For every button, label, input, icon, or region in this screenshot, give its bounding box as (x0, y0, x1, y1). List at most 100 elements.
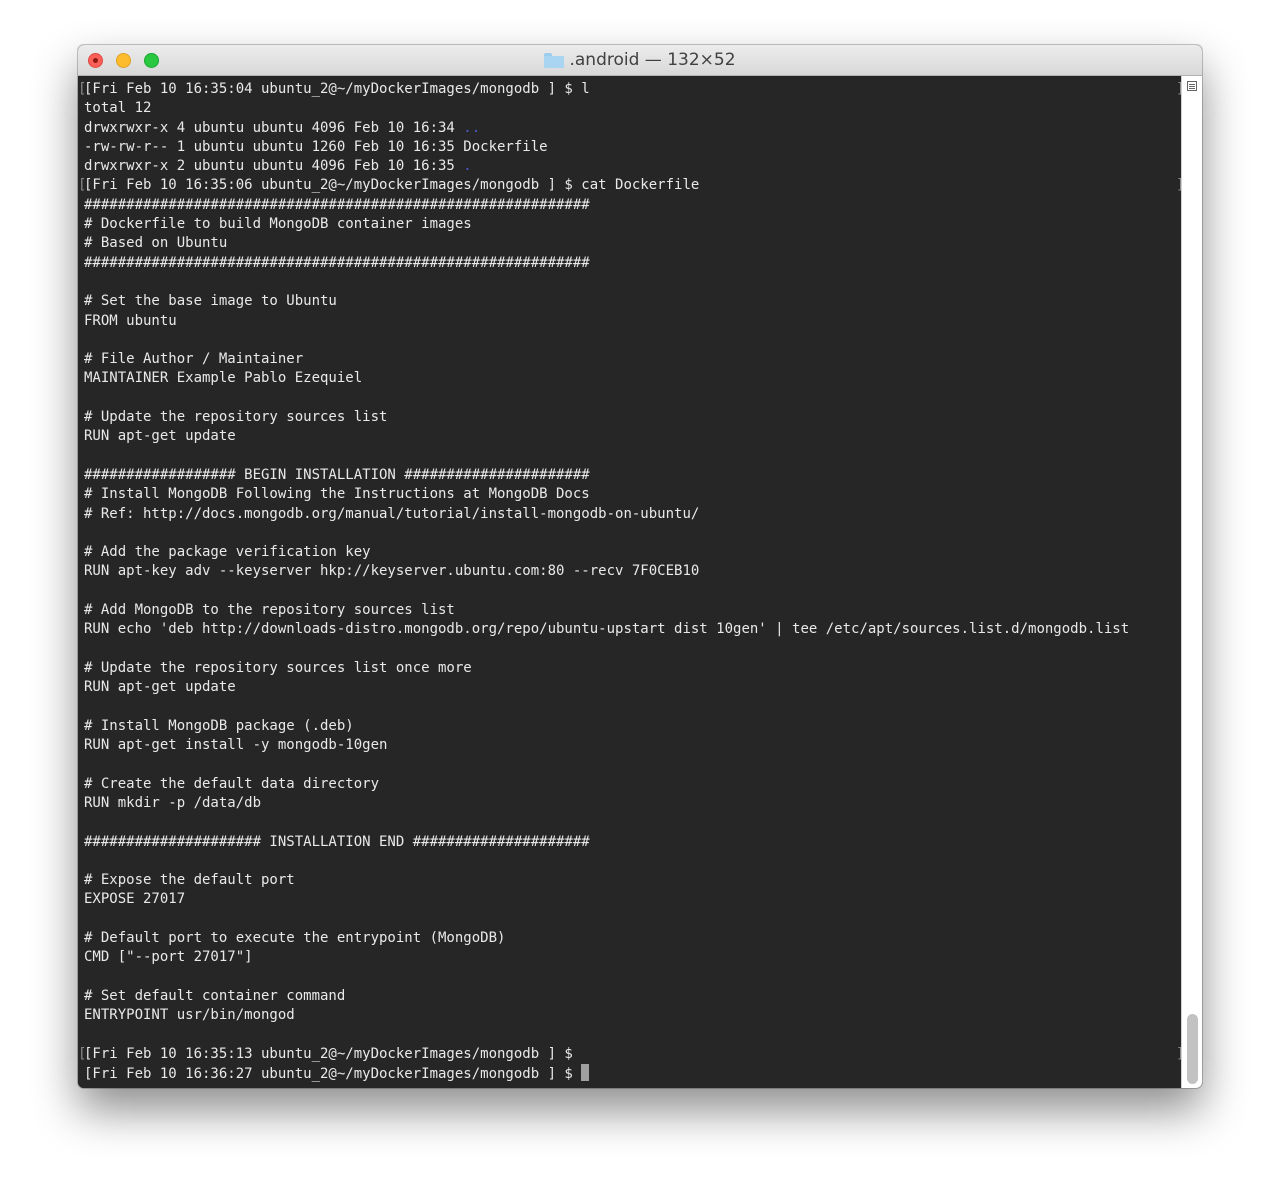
terminal-line: # Based on Ubuntu (84, 234, 1182, 253)
terminal-line: # Set the base image to Ubuntu (84, 292, 1182, 311)
terminal-line-text: # Based on Ubuntu (84, 235, 228, 252)
terminal-line-text: ##################### INSTALLATION END #… (84, 833, 590, 850)
title-bar[interactable]: .android — 132×52 (78, 45, 1202, 76)
terminal-line-text: drwxrwxr-x 4 ubuntu ubuntu 4096 Feb 10 1… (84, 119, 464, 136)
terminal-line: ##################### INSTALLATION END #… (84, 833, 1182, 852)
terminal-line-text: -rw-rw-r-- 1 ubuntu ubuntu 1260 Feb 10 1… (84, 138, 548, 155)
terminal-line: # Set default container command (84, 987, 1182, 1006)
scrollbar-thumb[interactable] (1187, 1014, 1198, 1084)
terminal-line: -rw-rw-r-- 1 ubuntu ubuntu 1260 Feb 10 1… (84, 138, 1182, 157)
terminal-line-text: [Fri Feb 10 16:35:13 ubuntu_2@~/myDocker… (84, 1045, 573, 1062)
terminal-output[interactable]: [[Fri Feb 10 16:35:04 ubuntu_2@~/myDocke… (78, 76, 1182, 1088)
terminal-line-text: # Set default container command (84, 987, 346, 1004)
terminal-line: MAINTAINER Example Pablo Ezequiel (84, 369, 1182, 388)
terminal-line: # Install MongoDB Following the Instruct… (84, 485, 1182, 504)
directory-entry: .. (463, 119, 481, 136)
terminal-line: RUN echo 'deb http://downloads-distro.mo… (84, 620, 1182, 639)
terminal-line: RUN apt-get update (84, 678, 1182, 697)
line-mark-left: [ (78, 177, 87, 194)
terminal-line-text: [Fri Feb 10 16:36:27 ubuntu_2@~/myDocker… (84, 1066, 582, 1083)
terminal-line-text: # Dockerfile to build MongoDB container … (84, 216, 472, 233)
terminal-window: .android — 132×52 [[Fri Feb 10 16:35:04 … (78, 45, 1202, 1088)
folder-icon (544, 52, 565, 68)
terminal-line: drwxrwxr-x 2 ubuntu ubuntu 4096 Feb 10 1… (84, 157, 1182, 176)
terminal-line: # Update the repository sources list onc… (84, 659, 1182, 678)
terminal-line-text: ENTRYPOINT usr/bin/mongod (84, 1007, 295, 1024)
terminal-line-text: # Update the repository sources list (84, 409, 388, 426)
terminal-line: [[Fri Feb 10 16:35:06 ubuntu_2@~/myDocke… (78, 176, 1182, 195)
terminal-line-text: RUN apt-key adv --keyserver hkp://keyser… (84, 563, 700, 580)
terminal-line-text: RUN echo 'deb http://downloads-distro.mo… (84, 621, 1130, 638)
terminal-line-text: ########################################… (84, 254, 590, 271)
terminal-line: total 12 (84, 99, 1182, 118)
terminal-line: [[Fri Feb 10 16:35:04 ubuntu_2@~/myDocke… (78, 80, 1182, 99)
directory-entry: . (463, 158, 472, 175)
hamburger-menu-icon[interactable] (1187, 81, 1197, 91)
terminal-line: [Fri Feb 10 16:36:27 ubuntu_2@~/myDocker… (84, 1064, 1182, 1083)
terminal-line-text: EXPOSE 27017 (84, 891, 186, 908)
terminal-line: CMD ["--port 27017"] (84, 948, 1182, 967)
terminal-lines: [[Fri Feb 10 16:35:04 ubuntu_2@~/myDocke… (78, 80, 1182, 1083)
terminal-line: RUN mkdir -p /data/db (84, 794, 1182, 813)
line-mark-left: [ (78, 81, 87, 97)
terminal-line: # Install MongoDB package (.deb) (84, 717, 1182, 736)
terminal-line: # Dockerfile to build MongoDB container … (84, 215, 1182, 234)
terminal-line: # Expose the default port (84, 871, 1182, 890)
terminal-line: ########################################… (84, 196, 1182, 215)
terminal-line-text: # Ref: http://docs.mongodb.org/manual/tu… (84, 505, 700, 522)
terminal-line: EXPOSE 27017 (84, 890, 1182, 909)
window-title-group: .android — 132×52 (78, 45, 1202, 75)
terminal-line: RUN apt-get update (84, 427, 1182, 446)
terminal-line-text: total 12 (84, 100, 152, 117)
terminal-line: # Update the repository sources list (84, 408, 1182, 427)
terminal-line-text: ########################################… (84, 196, 590, 213)
terminal-line-text: RUN mkdir -p /data/db (84, 794, 262, 811)
terminal-line-text: MAINTAINER Example Pablo Ezequiel (84, 370, 363, 387)
terminal-line-text: # Update the repository sources list onc… (84, 659, 472, 676)
terminal-line: drwxrwxr-x 4 ubuntu ubuntu 4096 Feb 10 1… (84, 119, 1182, 138)
line-mark-left: [ (78, 1045, 87, 1062)
terminal-line-text: FROM ubuntu (84, 312, 177, 329)
vertical-scrollbar[interactable] (1181, 76, 1202, 1088)
terminal-line-text: # File Author / Maintainer (84, 351, 304, 368)
window-title: .android — 132×52 (569, 50, 736, 70)
terminal-line: ########################################… (84, 254, 1182, 273)
terminal-line: # Create the default data directory (84, 775, 1182, 794)
terminal-line: FROM ubuntu (84, 312, 1182, 331)
terminal-line-text: # Install MongoDB package (.deb) (84, 717, 354, 734)
terminal-line-text: # Expose the default port (84, 872, 295, 889)
terminal-line-text: RUN apt-get install -y mongodb-10gen (84, 737, 388, 754)
terminal-line-text: # Set the base image to Ubuntu (84, 293, 337, 310)
terminal-line-text: # Default port to execute the entrypoint… (84, 930, 506, 947)
terminal-line: [[Fri Feb 10 16:35:13 ubuntu_2@~/myDocke… (78, 1045, 1182, 1064)
terminal-line: # Default port to execute the entrypoint… (84, 929, 1182, 948)
terminal-line: RUN apt-get install -y mongodb-10gen (84, 736, 1182, 755)
terminal-line-text: # Add MongoDB to the repository sources … (84, 602, 455, 619)
terminal-line: # Ref: http://docs.mongodb.org/manual/tu… (84, 505, 1182, 524)
terminal-line-text: [Fri Feb 10 16:35:06 ubuntu_2@~/myDocker… (84, 177, 700, 194)
terminal-line: RUN apt-key adv --keyserver hkp://keyser… (84, 562, 1182, 581)
terminal-line: # Add the package verification key (84, 543, 1182, 562)
terminal-line: # Add MongoDB to the repository sources … (84, 601, 1182, 620)
terminal-line-text: # Add the package verification key (84, 544, 371, 561)
terminal-line-text: CMD ["--port 27017"] (84, 949, 253, 966)
terminal-line: ENTRYPOINT usr/bin/mongod (84, 1006, 1182, 1025)
terminal-line-text: [Fri Feb 10 16:35:04 ubuntu_2@~/myDocker… (84, 81, 590, 97)
terminal-line-text: # Create the default data directory (84, 775, 380, 792)
text-cursor (581, 1064, 590, 1082)
terminal-line-text: # Install MongoDB Following the Instruct… (84, 486, 590, 503)
terminal-line: ################## BEGIN INSTALLATION ##… (84, 466, 1182, 485)
terminal-line: # File Author / Maintainer (84, 350, 1182, 369)
